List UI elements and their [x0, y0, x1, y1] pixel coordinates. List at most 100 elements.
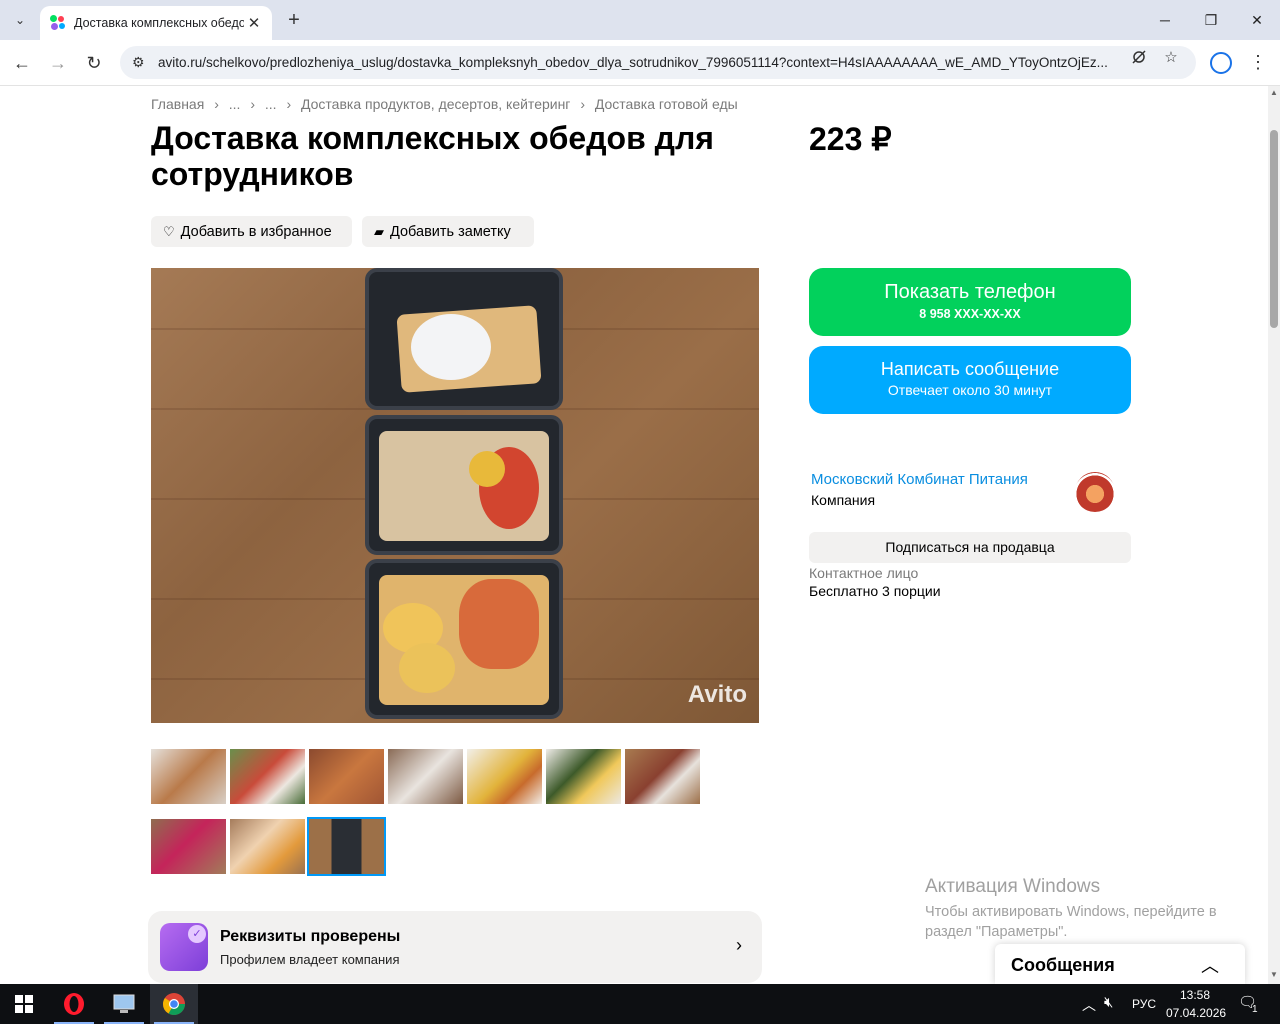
add-to-favorites-label: Добавить в избранное	[180, 223, 332, 240]
browser-menu-icon[interactable]: ⋮	[1248, 52, 1268, 74]
heart-icon: ♡	[163, 223, 175, 239]
verified-requisites-card[interactable]: ✓ Реквизиты проверены Профилем владеет к…	[148, 911, 762, 983]
tab-search-button[interactable]: ⌄	[8, 8, 32, 32]
photo-thumbnail-active[interactable]	[307, 817, 386, 876]
verified-document-icon: ✓	[160, 923, 208, 971]
verified-subtitle: Профилем владеет компания	[220, 952, 400, 967]
notification-count: 1	[1252, 1004, 1258, 1015]
contact-person-value: Бесплатно 3 порции	[809, 583, 941, 599]
address-bar[interactable]: ⚙ avito.ru/schelkovo/predlozheniya_uslug…	[120, 46, 1196, 79]
photo-thumbnail[interactable]	[230, 749, 305, 804]
seller-name-link[interactable]: Московский Комбинат Питания	[811, 471, 1028, 488]
breadcrumb-separator: ›	[580, 96, 585, 112]
back-button[interactable]: ←	[9, 50, 35, 76]
reload-button[interactable]: ↻	[81, 50, 107, 76]
browser-tab-strip: ⌄ Доставка комплексных обедов ✕ + ─ ❐ ✕	[0, 0, 1280, 40]
site-info-icon[interactable]: ⚙	[132, 54, 156, 71]
reload-icon: ↻	[86, 52, 102, 73]
show-hidden-icons-icon[interactable]: ︿	[1082, 995, 1096, 1015]
page-scrollbar[interactable]: ▲ ▼	[1268, 86, 1280, 984]
restore-icon: ❐	[1204, 11, 1218, 28]
close-tab-icon[interactable]: ✕	[246, 14, 262, 32]
add-note-label: Добавить заметку	[390, 223, 511, 240]
input-language[interactable]: РУС	[1132, 997, 1156, 1011]
windows-activation-watermark: Активация Windows Чтобы активировать Win…	[925, 876, 1245, 942]
contact-person-label: Контактное лицо	[809, 565, 919, 581]
breadcrumb-separator: ›	[250, 96, 255, 112]
show-phone-button[interactable]: Показать телефон 8 958 XXX-XX-XX	[809, 268, 1131, 336]
messages-panel[interactable]: Сообщения ︿	[995, 944, 1245, 984]
breadcrumb-ellipsis[interactable]: ...	[229, 96, 241, 112]
chrome-icon	[163, 993, 185, 1015]
chevron-down-icon: ⌄	[14, 13, 26, 27]
profile-icon[interactable]	[1210, 52, 1232, 74]
scroll-down-icon[interactable]: ▼	[1270, 970, 1278, 979]
add-note-button[interactable]: ▰ Добавить заметку	[362, 216, 534, 247]
arrow-left-icon: ←	[13, 52, 31, 73]
avito-favicon-icon	[50, 15, 66, 31]
breadcrumb-subcategory[interactable]: Доставка готовой еды	[595, 96, 738, 112]
phone-number-masked: 8 958 XXX-XX-XX	[919, 307, 1021, 321]
browser-toolbar: ← → ↻ ⚙ avito.ru/schelkovo/predlozheniya…	[0, 40, 1280, 86]
food-container-top	[365, 268, 563, 410]
plus-icon: +	[288, 8, 300, 31]
tab-title: Доставка комплексных обедов	[74, 16, 244, 30]
start-button[interactable]	[0, 984, 48, 1024]
windows-logo-icon	[15, 995, 33, 1013]
add-to-favorites-button[interactable]: ♡ Добавить в избранное	[151, 216, 352, 247]
avito-watermark: Avito	[687, 681, 747, 708]
close-window-button[interactable]: ✕	[1234, 0, 1280, 40]
volume-muted-icon[interactable]: 🔇︎	[1104, 994, 1113, 1011]
forward-button[interactable]: →	[45, 50, 71, 76]
main-listing-photo[interactable]: Avito	[151, 268, 759, 723]
browser-tab-active[interactable]: Доставка комплексных обедов ✕	[40, 6, 272, 40]
food-container-bottom	[365, 559, 563, 719]
photo-thumbnail[interactable]	[467, 749, 542, 804]
breadcrumb-separator: ›	[286, 96, 292, 112]
breadcrumb-separator: ›	[214, 96, 219, 112]
show-phone-label: Показать телефон	[884, 281, 1056, 303]
chevron-right-icon: ›	[736, 935, 742, 955]
note-icon: ▰	[374, 223, 384, 239]
scroll-up-icon[interactable]: ▲	[1270, 88, 1278, 97]
taskbar-file-explorer[interactable]	[100, 984, 148, 1024]
subscribe-seller-button[interactable]: Подписаться на продавца	[809, 532, 1131, 563]
food-container-middle	[365, 415, 563, 555]
breadcrumb-ellipsis[interactable]: ...	[265, 96, 277, 112]
scrollbar-thumb[interactable]	[1270, 130, 1278, 328]
bookmark-star-icon[interactable]: ☆	[1160, 46, 1182, 68]
computer-icon	[113, 994, 135, 1013]
breadcrumb-home[interactable]: Главная	[151, 96, 204, 112]
windows-taskbar: ︿ 🔇︎ РУС 13:58 07.04.2026 🗨︎ 1	[0, 984, 1280, 1024]
opera-icon	[64, 993, 84, 1015]
response-time-text: Отвечает около 30 минут	[887, 382, 1053, 398]
breadcrumb-category[interactable]: Доставка продуктов, десертов, кейтеринг	[301, 96, 570, 112]
seller-type: Компания	[811, 492, 876, 508]
url-text[interactable]: avito.ru/schelkovo/predlozheniya_uslug/d…	[158, 55, 1118, 70]
write-message-label: Написать сообщение	[880, 359, 1060, 379]
photo-thumbnail[interactable]	[230, 819, 305, 874]
checkmark-icon: ✓	[188, 925, 206, 943]
photo-thumbnail[interactable]	[151, 819, 226, 874]
taskbar-chrome[interactable]	[150, 984, 198, 1024]
write-message-button[interactable]: Написать сообщение Отвечает около 30 мин…	[809, 346, 1131, 414]
new-tab-button[interactable]: +	[282, 8, 306, 32]
photo-thumbnail[interactable]	[388, 749, 463, 804]
arrow-right-icon: →	[49, 52, 67, 73]
windows-activation-title: Активация Windows	[925, 876, 1101, 897]
seller-avatar[interactable]	[1075, 472, 1115, 512]
close-icon: ✕	[1251, 11, 1263, 28]
page-title: Доставка комплексных обедов для сотрудни…	[151, 120, 714, 192]
chevron-up-icon[interactable]: ︿	[1201, 952, 1219, 978]
photo-thumbnail[interactable]	[309, 749, 384, 804]
clock-date[interactable]: 07.04.2026	[1166, 1006, 1226, 1020]
restore-window-button[interactable]: ❐	[1188, 0, 1234, 40]
minimize-window-button[interactable]: ─	[1142, 0, 1188, 40]
photo-thumbnail[interactable]	[151, 749, 226, 804]
clock-time[interactable]: 13:58	[1180, 988, 1210, 1002]
photo-thumbnail[interactable]	[625, 749, 700, 804]
tracking-protection-icon[interactable]	[1128, 46, 1150, 68]
taskbar-opera[interactable]	[50, 984, 98, 1024]
photo-thumbnail[interactable]	[546, 749, 621, 804]
breadcrumb: Главная › ... › ... › Доставка продуктов…	[151, 96, 744, 112]
